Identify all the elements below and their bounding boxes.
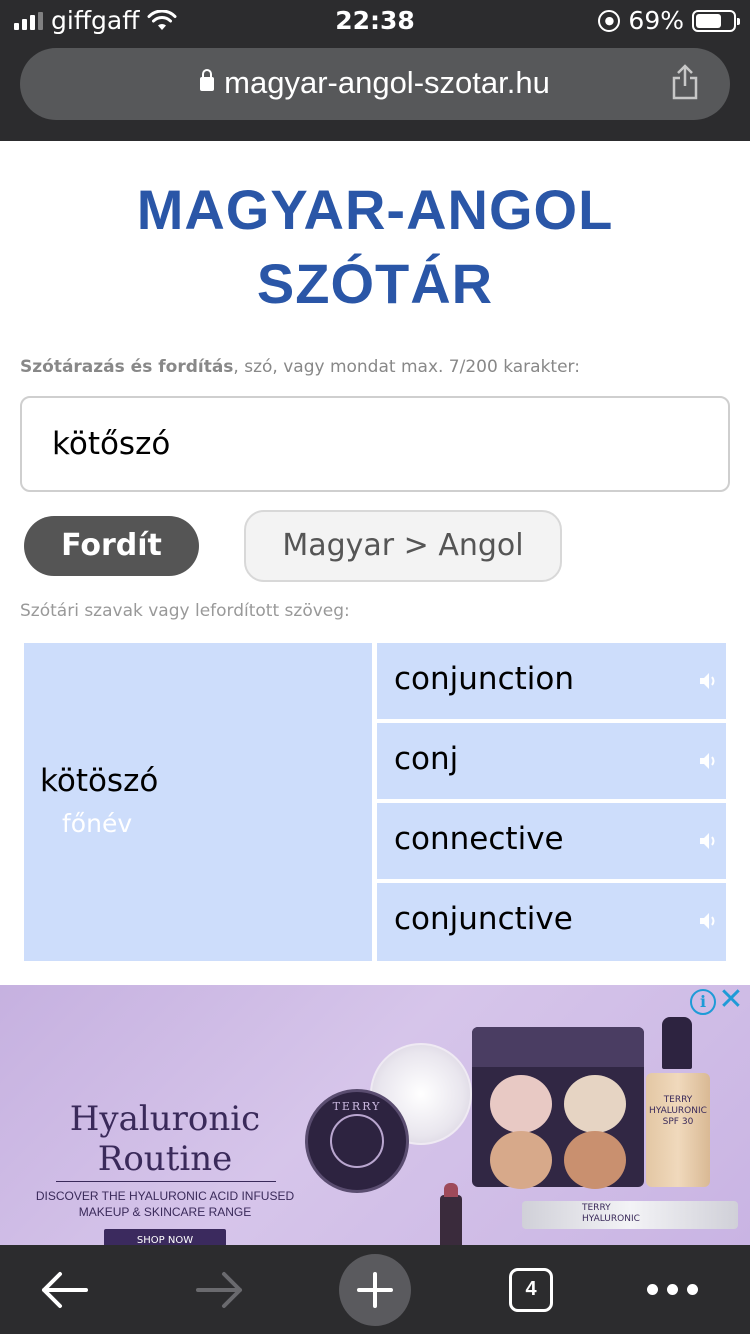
pen-label-line: HYALURONIC [582, 1214, 640, 1224]
back-button[interactable] [24, 1245, 104, 1334]
more-menu-button[interactable] [640, 1245, 704, 1334]
source-word: kötöszó [40, 763, 159, 799]
bottle-cap [662, 1017, 692, 1069]
palette-pan [564, 1075, 626, 1133]
pen-label: TERRY HYALURONIC [582, 1203, 640, 1225]
ad-headline: Hyaluronic Routine [40, 1099, 290, 1179]
forward-button[interactable] [180, 1245, 260, 1334]
battery-icon [692, 9, 740, 32]
tabs-count: 4 [509, 1267, 553, 1312]
input-hint: Szótárazás és fordítás, szó, vagy mondat… [20, 357, 580, 377]
new-tab-button[interactable] [339, 1245, 411, 1334]
site-title-line2: SZÓTÁR [256, 252, 494, 315]
status-right: ● 69% [598, 6, 740, 35]
bottle-label-spf: SPF 30 [662, 1117, 694, 1127]
translation-row[interactable]: connective [377, 803, 726, 879]
speaker-icon[interactable] [698, 831, 720, 851]
palette-image [472, 1027, 644, 1189]
result-hint: Szótári szavak vagy lefordított szöveg: [20, 601, 350, 621]
lock-icon [200, 69, 215, 91]
palette-lid [472, 1027, 644, 1067]
source-cell: kötöszó főnév [24, 643, 372, 961]
ad-description: DISCOVER THE HYALURONIC ACID INFUSED MAK… [35, 1189, 295, 1219]
results-table: kötöszó főnév conjunction conj connectiv… [24, 643, 726, 961]
search-input[interactable]: kötőszó [20, 396, 730, 492]
language-direction-button[interactable]: Magyar > Angol [244, 510, 562, 582]
address-text[interactable]: magyar-angol-szotar.hu [20, 65, 730, 101]
translation-word[interactable]: connective [394, 821, 564, 857]
browser-top-bar: giffgaff 22:38 ● 69% magyar-angol-szotar… [0, 0, 750, 141]
palette-pan [490, 1075, 552, 1133]
speaker-icon[interactable] [698, 751, 720, 771]
speaker-icon[interactable] [698, 671, 720, 691]
battery-percent: 69% [628, 6, 684, 35]
tabs-button[interactable]: 4 [508, 1245, 554, 1334]
compact-case-image: TERRY [305, 1089, 409, 1193]
forward-arrow-icon [196, 1271, 242, 1308]
rotation-lock-icon: ● [598, 9, 621, 32]
concealer-pen-image: TERRY HYALURONIC [522, 1201, 738, 1229]
speaker-icon[interactable] [698, 911, 720, 931]
battery-fill [696, 13, 721, 28]
address-bar[interactable]: magyar-angol-szotar.hu [20, 48, 730, 120]
input-hint-bold: Szótárazás és fordítás [20, 357, 234, 377]
translation-row[interactable]: conjunctive [377, 883, 726, 961]
site-title-line1: MAGYAR-ANGOL [136, 178, 614, 241]
compact-brand: TERRY [332, 1100, 382, 1113]
input-hint-rest: , szó, vagy mondat max. 7/200 karakter: [233, 357, 580, 377]
translation-row[interactable]: conjunction [377, 643, 726, 719]
bottle-label-line: HYALURONIC [649, 1106, 707, 1116]
share-icon[interactable] [670, 64, 700, 100]
pen-label-brand: TERRY [582, 1203, 611, 1213]
translation-word[interactable]: conj [394, 741, 458, 777]
bottle-label: TERRY HYALURONIC SPF 30 [646, 1095, 710, 1128]
translation-word[interactable]: conjunction [394, 661, 574, 697]
lipstick-image [440, 1183, 462, 1245]
palette-pan [490, 1131, 552, 1189]
status-bar: giffgaff 22:38 ● 69% [0, 0, 750, 42]
ad-info-icon[interactable]: i [690, 989, 716, 1015]
translation-word[interactable]: conjunctive [394, 901, 573, 937]
ad-headline-line2: Routine [97, 1139, 233, 1179]
more-dots-icon [646, 1284, 698, 1295]
bottle-body [646, 1073, 710, 1187]
ad-headline-line1: Hyaluronic [69, 1099, 261, 1139]
site-title: MAGYAR-ANGOL SZÓTÁR [0, 173, 750, 321]
ad-divider [56, 1181, 276, 1182]
back-arrow-icon [42, 1271, 88, 1308]
bottle-label-brand: TERRY [663, 1095, 693, 1105]
plus-icon [339, 1253, 411, 1326]
browser-bottom-toolbar: 4 [0, 1245, 750, 1334]
ad-close-icon[interactable]: ✕ [718, 985, 744, 1015]
advertisement-banner[interactable]: i ✕ Hyaluronic Routine DISCOVER THE HYAL… [0, 985, 750, 1245]
translation-row[interactable]: conj [377, 723, 726, 799]
part-of-speech: főnév [62, 809, 133, 838]
foundation-bottle-image: TERRY HYALURONIC SPF 30 [646, 1017, 712, 1187]
ad-shop-now-button[interactable]: SHOP NOW [104, 1229, 226, 1245]
palette-pan [564, 1131, 626, 1189]
compact-logo [330, 1114, 384, 1168]
translate-button[interactable]: Fordít [24, 516, 199, 576]
url-label: magyar-angol-szotar.hu [224, 65, 550, 100]
